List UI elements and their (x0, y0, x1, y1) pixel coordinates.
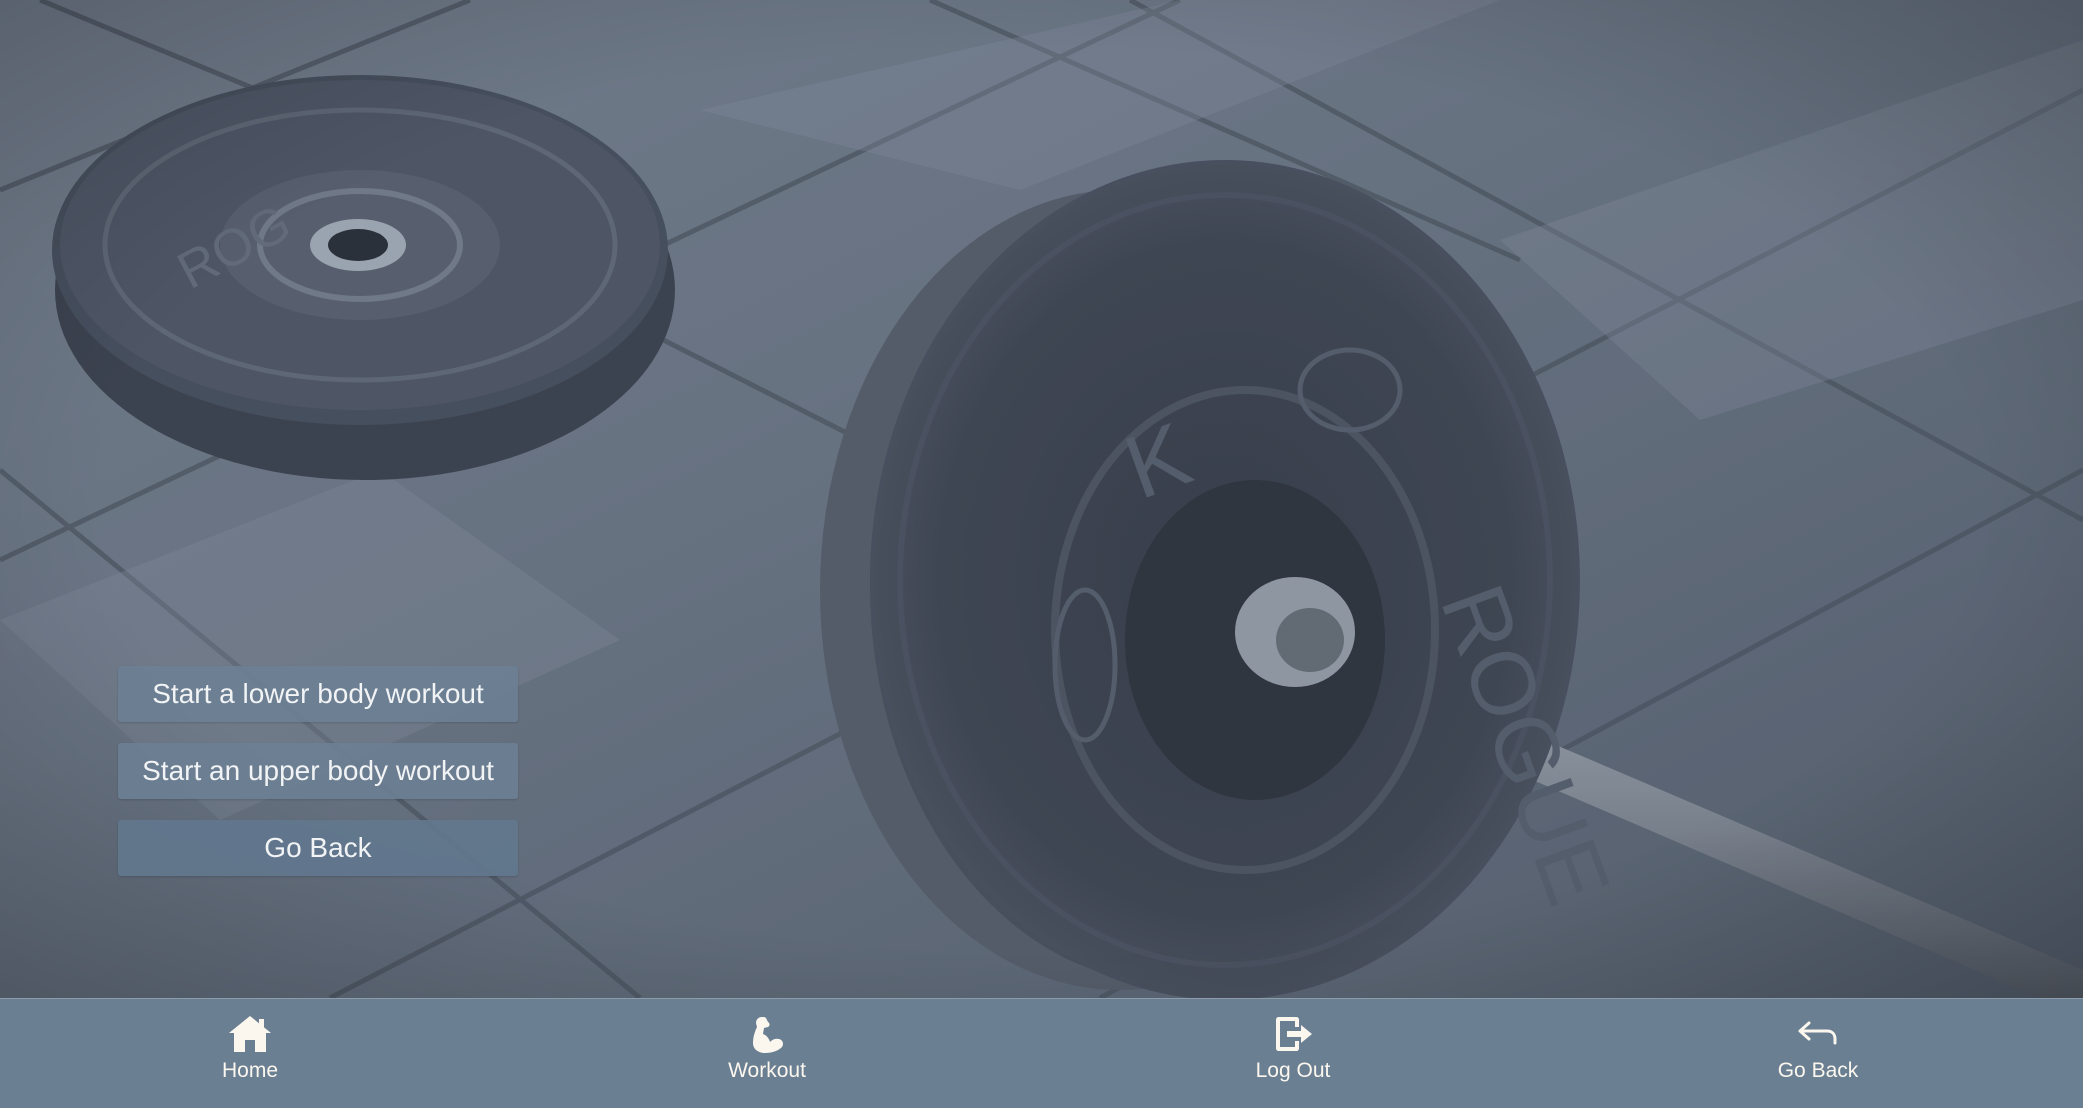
nav-home-label: Home (221, 1059, 279, 1082)
nav-logout[interactable]: Log Out (1183, 999, 1403, 1108)
go-back-button[interactable]: Go Back (118, 820, 518, 876)
home-icon (229, 1016, 271, 1052)
lower-body-workout-button[interactable]: Start a lower body workout (118, 666, 518, 722)
back-arrow-icon (1798, 1021, 1837, 1045)
workout-menu: Start a lower body workout Start an uppe… (118, 666, 518, 897)
nav-workout[interactable]: Workout (657, 999, 877, 1108)
app-root: ROG K ROGUE (0, 0, 2083, 1108)
nav-go-back[interactable]: Go Back (1708, 999, 1928, 1108)
nav-logout-label: Log Out (1255, 1059, 1331, 1082)
bicep-icon (753, 1017, 783, 1053)
nav-go-back-label: Go Back (1777, 1059, 1859, 1082)
nav-workout-label: Workout (728, 1059, 806, 1082)
bottom-nav-bar: Home Workout Log Out Go Back (0, 998, 2083, 1108)
nav-home[interactable]: Home (140, 999, 360, 1108)
upper-body-workout-button[interactable]: Start an upper body workout (118, 743, 518, 799)
logout-icon (1276, 1017, 1312, 1051)
